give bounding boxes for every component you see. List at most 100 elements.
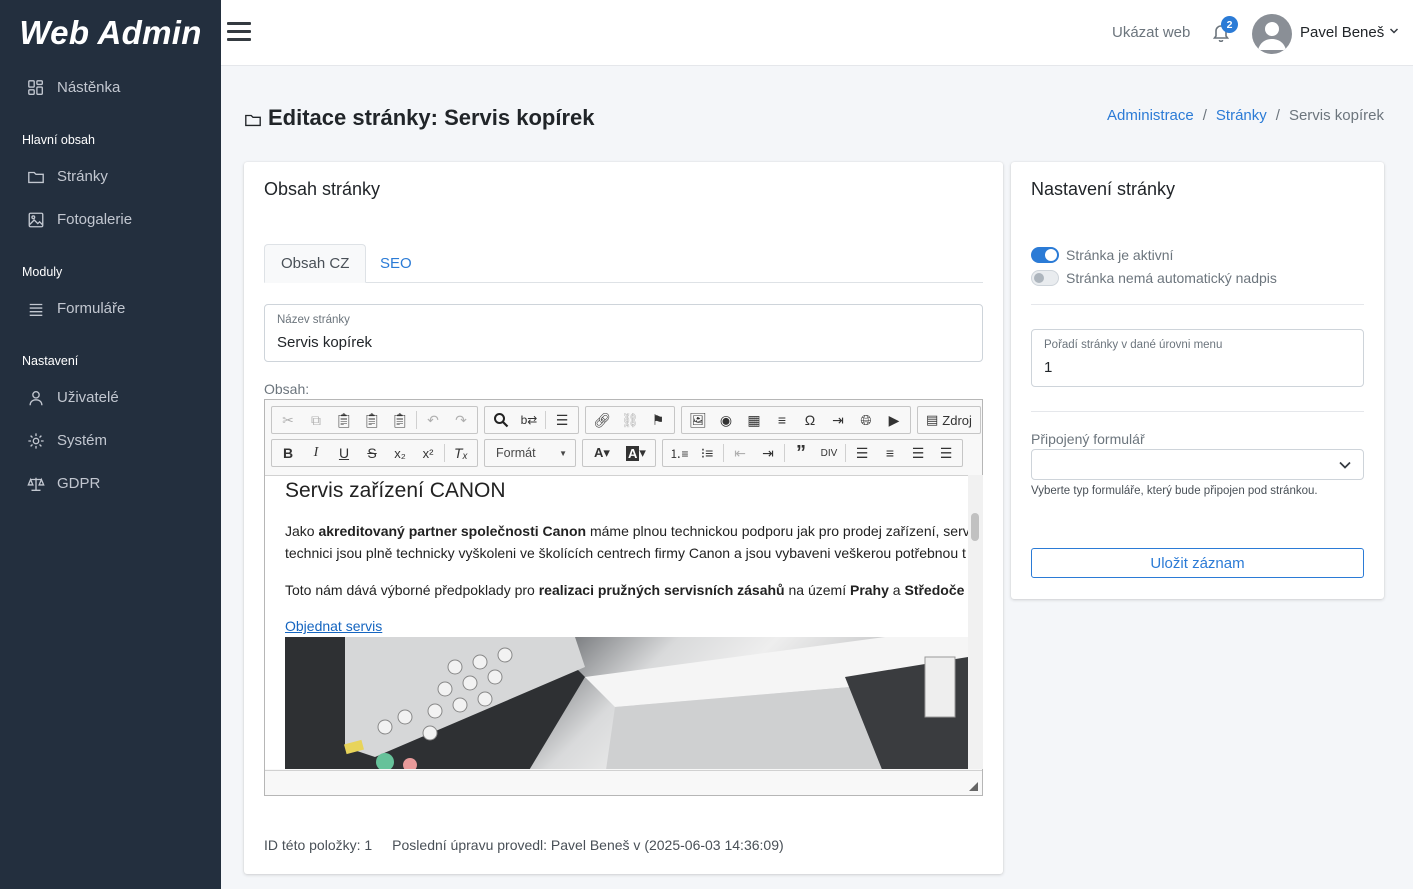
divider: [1031, 304, 1364, 305]
user-name[interactable]: Pavel Beneš: [1300, 24, 1384, 41]
undo-icon[interactable]: ↶: [419, 408, 447, 432]
superscript-icon[interactable]: x²: [414, 441, 442, 465]
toolbar-group-clipboard: ✂ ⧉ 📋︎ 📋︎ 📋︎ ↶ ↷: [271, 406, 478, 434]
iframe-globe-icon[interactable]: 🌐︎: [852, 408, 880, 432]
sidebar-item-gdpr[interactable]: GDPR: [0, 462, 221, 505]
breadcrumb-pages[interactable]: Stránky: [1216, 107, 1267, 124]
sidebar-item-dashboard[interactable]: Nástěnka: [0, 66, 221, 109]
toolbar-group-format: Formát ▼: [484, 439, 576, 467]
editor-toolbar-row-2: B I U S x₂ x² Tₓ Formát ▼ A▾ A ▾ ⒈≡ ⁝≡ ⇤…: [271, 439, 969, 467]
sidebar-item-gallery[interactable]: Fotogalerie: [0, 198, 221, 241]
flash-icon[interactable]: ◉: [712, 408, 740, 432]
horizontal-rule-icon[interactable]: ≡: [768, 408, 796, 432]
attached-form-label: Připojený formulář: [1031, 431, 1145, 447]
page-break-icon[interactable]: ⇥: [824, 408, 852, 432]
subscript-icon[interactable]: x₂: [386, 441, 414, 465]
sidebar-item-users[interactable]: Uživatelé: [0, 376, 221, 419]
nav-section-main: Hlavní obsah: [22, 133, 95, 147]
rich-text-editor: ✂ ⧉ 📋︎ 📋︎ 📋︎ ↶ ↷ b⇄ ☰ 🔗︎ ⛓ ⚑ 🖼︎ ◉ ▦ ≡ Ω …: [264, 399, 983, 796]
bold-icon[interactable]: B: [274, 441, 302, 465]
content-card-title: Obsah stránky: [264, 179, 381, 199]
order-service-link[interactable]: Objednat servis: [285, 618, 382, 634]
sidebar-item-pages[interactable]: Stránky: [0, 155, 221, 198]
editor-content-area[interactable]: Servis zařízení CANON Jako akreditovaný …: [265, 475, 968, 769]
align-right-icon[interactable]: ☰: [904, 441, 932, 465]
tab-content-cz[interactable]: Obsah CZ: [264, 244, 367, 283]
outdent-icon[interactable]: ⇤: [726, 441, 754, 465]
paste-text-icon[interactable]: 📋︎: [358, 408, 386, 432]
align-justify-icon[interactable]: ☰: [932, 441, 960, 465]
brand-logo[interactable]: Web Admin: [0, 0, 221, 66]
toolbar-group-links: 🔗︎ ⛓ ⚑: [585, 406, 675, 434]
sidebar-item-label: Nástěnka: [57, 79, 121, 96]
source-label: Zdroj: [942, 412, 972, 428]
page-title: Editace stránky: Servis kopírek: [244, 105, 595, 131]
page-title-text: Editace stránky: Servis kopírek: [268, 105, 595, 130]
div-container-icon[interactable]: DIV: [815, 441, 843, 465]
notification-badge: 2: [1221, 16, 1238, 33]
search-icon[interactable]: [487, 408, 515, 432]
image-icon: [26, 210, 46, 230]
italic-icon[interactable]: I: [302, 441, 330, 465]
sidebar-item-label: Uživatelé: [57, 389, 119, 406]
page-name-field[interactable]: Název stránky Servis kopírek: [264, 304, 983, 362]
folder-icon: [26, 167, 46, 187]
content-tabs: Obsah CZ SEO: [264, 244, 983, 283]
text-color-icon[interactable]: A▾: [585, 441, 619, 465]
editor-toolbar-row-1: ✂ ⧉ 📋︎ 📋︎ 📋︎ ↶ ↷ b⇄ ☰ 🔗︎ ⛓ ⚑ 🖼︎ ◉ ▦ ≡ Ω …: [271, 406, 987, 434]
resize-handle-icon[interactable]: [969, 782, 978, 791]
table-icon[interactable]: ▦: [740, 408, 768, 432]
show-web-link[interactable]: Ukázat web: [1112, 24, 1190, 41]
attached-form-help: Vyberte typ formuláře, který bude připoj…: [1031, 485, 1318, 497]
editor-scrollbar[interactable]: [968, 475, 983, 769]
remove-format-icon[interactable]: Tₓ: [447, 441, 475, 465]
sidebar-item-forms[interactable]: Formuláře: [0, 287, 221, 330]
bulleted-list-icon[interactable]: ⁝≡: [693, 441, 721, 465]
anchor-flag-icon[interactable]: ⚑: [644, 408, 672, 432]
menu-order-field[interactable]: Pořadí stránky v dané úrovni menu 1: [1031, 329, 1364, 387]
unlink-icon[interactable]: ⛓: [616, 408, 644, 432]
format-select[interactable]: Formát ▼: [487, 441, 573, 465]
no-auto-heading-label: Stránka nemá automatický nadpis: [1066, 270, 1277, 286]
breadcrumb-administration[interactable]: Administrace: [1107, 107, 1194, 124]
cut-icon[interactable]: ✂: [274, 408, 302, 432]
align-left-icon[interactable]: ☰: [848, 441, 876, 465]
paste-icon[interactable]: 📋︎: [330, 408, 358, 432]
background-color-icon[interactable]: A ▾: [619, 441, 653, 465]
list-icon: [26, 299, 46, 319]
copy-icon[interactable]: ⧉: [302, 408, 330, 432]
attached-form-select[interactable]: [1031, 449, 1364, 480]
no-auto-heading-toggle[interactable]: [1031, 270, 1059, 286]
indent-icon[interactable]: ⇥: [754, 441, 782, 465]
image-icon[interactable]: 🖼︎: [684, 408, 712, 432]
link-icon[interactable]: 🔗︎: [588, 408, 616, 432]
sidebar-item-system[interactable]: Systém: [0, 419, 221, 462]
underline-icon[interactable]: U: [330, 441, 358, 465]
paste-word-icon[interactable]: 📋︎: [386, 408, 414, 432]
select-all-icon[interactable]: ☰: [548, 408, 576, 432]
save-record-button[interactable]: Uložit záznam: [1031, 548, 1364, 578]
content-link-row: Objednat servis: [285, 615, 382, 637]
chevron-down-icon[interactable]: [1389, 26, 1399, 36]
youtube-icon[interactable]: ▶: [880, 408, 908, 432]
page-active-toggle[interactable]: [1031, 247, 1059, 263]
divider: [1031, 411, 1364, 412]
tab-seo[interactable]: SEO: [364, 244, 428, 283]
toolbar-group-colors: A▾ A ▾: [582, 439, 656, 467]
avatar[interactable]: [1252, 14, 1292, 54]
sidebar-item-label: Fotogalerie: [57, 211, 133, 228]
replace-icon[interactable]: b⇄: [515, 408, 543, 432]
toolbar-group-find: b⇄ ☰: [484, 406, 579, 434]
special-char-icon[interactable]: Ω: [796, 408, 824, 432]
content-paragraph-1: Jako akreditovaný partner společnosti Ca…: [285, 523, 968, 561]
source-button[interactable]: ▤ Zdroj: [920, 412, 978, 428]
strikethrough-icon[interactable]: S: [358, 441, 386, 465]
align-center-icon[interactable]: ≡: [876, 441, 904, 465]
editor-statusbar: [265, 770, 982, 795]
page-name-input[interactable]: Servis kopírek: [277, 334, 372, 351]
blockquote-icon[interactable]: ”: [787, 441, 815, 465]
menu-order-input[interactable]: 1: [1044, 359, 1052, 376]
numbered-list-icon[interactable]: ⒈≡: [665, 441, 693, 465]
redo-icon[interactable]: ↷: [447, 408, 475, 432]
menu-toggle-icon[interactable]: [227, 22, 251, 42]
